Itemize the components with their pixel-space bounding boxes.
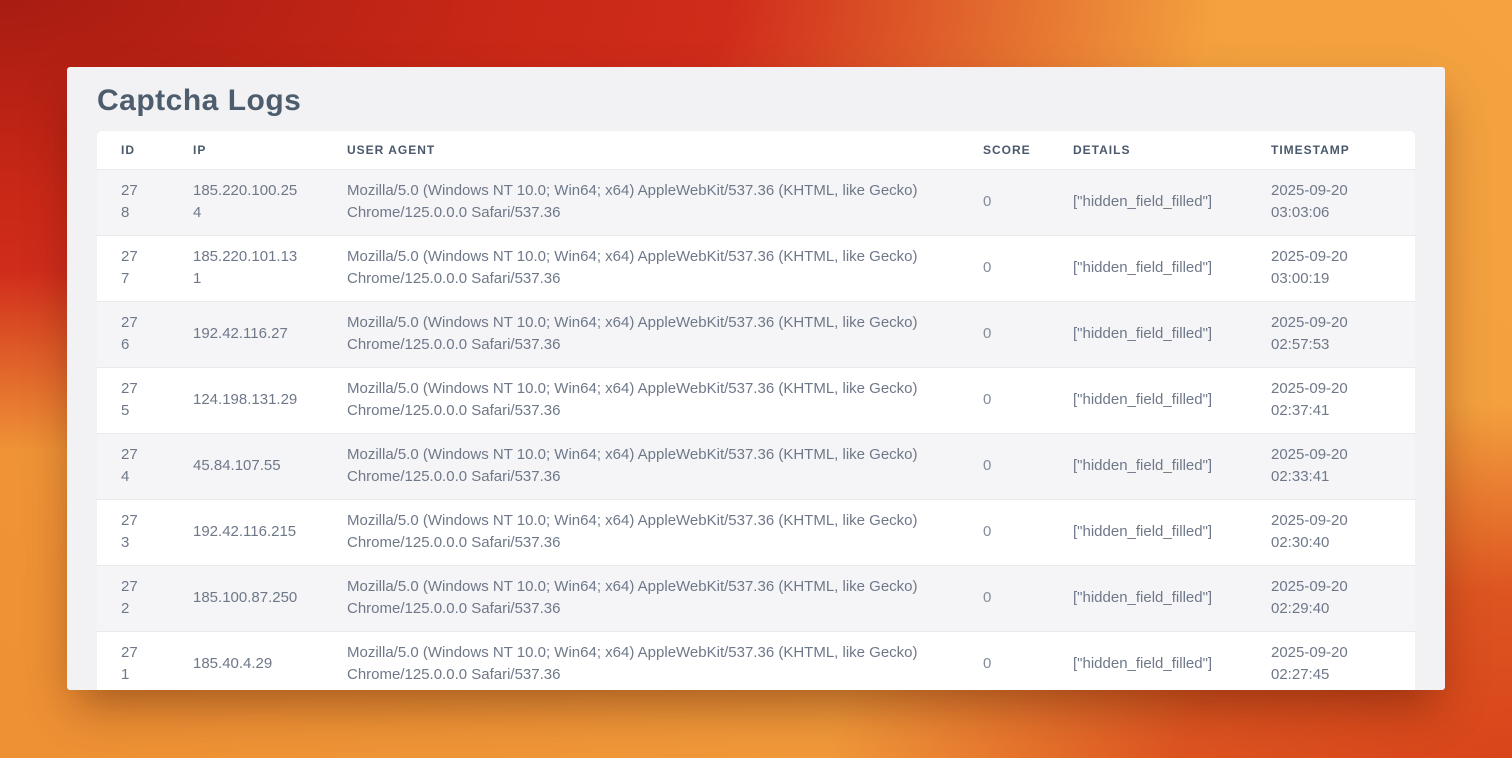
cell-id: 275 (97, 368, 169, 434)
cell-ip: 192.42.116.27 (169, 302, 323, 368)
cell-timestamp: 2025-09-20 02:29:40 (1247, 566, 1415, 632)
cell-id: 277 (97, 236, 169, 302)
table-row: 275 124.198.131.29 Mozilla/5.0 (Windows … (97, 368, 1415, 434)
cell-id: 276 (97, 302, 169, 368)
table-row: 276 192.42.116.27 Mozilla/5.0 (Windows N… (97, 302, 1415, 368)
cell-details: ["hidden_field_filled"] (1049, 302, 1247, 368)
cell-details: ["hidden_field_filled"] (1049, 236, 1247, 302)
cell-details: ["hidden_field_filled"] (1049, 368, 1247, 434)
cell-timestamp: 2025-09-20 03:00:19 (1247, 236, 1415, 302)
cell-user-agent: Mozilla/5.0 (Windows NT 10.0; Win64; x64… (323, 368, 959, 434)
cell-details: ["hidden_field_filled"] (1049, 566, 1247, 632)
cell-user-agent: Mozilla/5.0 (Windows NT 10.0; Win64; x64… (323, 632, 959, 691)
cell-score: 0 (959, 434, 1049, 500)
cell-id: 273 (97, 500, 169, 566)
table-row: 277 185.220.101.131 Mozilla/5.0 (Windows… (97, 236, 1415, 302)
cell-score: 0 (959, 632, 1049, 691)
cell-id: 278 (97, 170, 169, 236)
table-row: 271 185.40.4.29 Mozilla/5.0 (Windows NT … (97, 632, 1415, 691)
table-header-row: ID IP USER AGENT SCORE DETAILS TIMESTAMP (97, 131, 1415, 170)
column-header-user-agent: USER AGENT (323, 131, 959, 170)
cell-ip: 185.220.101.131 (169, 236, 323, 302)
cell-timestamp: 2025-09-20 02:30:40 (1247, 500, 1415, 566)
cell-score: 0 (959, 236, 1049, 302)
cell-timestamp: 2025-09-20 02:37:41 (1247, 368, 1415, 434)
cell-timestamp: 2025-09-20 02:57:53 (1247, 302, 1415, 368)
cell-timestamp: 2025-09-20 03:03:06 (1247, 170, 1415, 236)
cell-ip: 192.42.116.215 (169, 500, 323, 566)
cell-timestamp: 2025-09-20 02:27:45 (1247, 632, 1415, 691)
column-header-score: SCORE (959, 131, 1049, 170)
cell-details: ["hidden_field_filled"] (1049, 170, 1247, 236)
captcha-logs-panel: Captcha Logs ID IP USER AGENT SCORE DETA… (67, 67, 1445, 690)
cell-ip: 185.220.100.254 (169, 170, 323, 236)
cell-score: 0 (959, 368, 1049, 434)
table-body: 278 185.220.100.254 Mozilla/5.0 (Windows… (97, 170, 1415, 691)
cell-id: 272 (97, 566, 169, 632)
cell-ip: 185.40.4.29 (169, 632, 323, 691)
cell-id: 274 (97, 434, 169, 500)
column-header-timestamp: TIMESTAMP (1247, 131, 1415, 170)
cell-score: 0 (959, 566, 1049, 632)
cell-ip: 124.198.131.29 (169, 368, 323, 434)
table-row: 273 192.42.116.215 Mozilla/5.0 (Windows … (97, 500, 1415, 566)
cell-ip: 185.100.87.250 (169, 566, 323, 632)
cell-score: 0 (959, 170, 1049, 236)
app-background: { "page": { "title": "Captcha Logs" }, "… (0, 0, 1512, 758)
cell-user-agent: Mozilla/5.0 (Windows NT 10.0; Win64; x64… (323, 434, 959, 500)
captcha-logs-table: ID IP USER AGENT SCORE DETAILS TIMESTAMP… (97, 131, 1415, 690)
cell-user-agent: Mozilla/5.0 (Windows NT 10.0; Win64; x64… (323, 500, 959, 566)
table-row: 274 45.84.107.55 Mozilla/5.0 (Windows NT… (97, 434, 1415, 500)
logs-table-card: ID IP USER AGENT SCORE DETAILS TIMESTAMP… (97, 131, 1415, 690)
cell-user-agent: Mozilla/5.0 (Windows NT 10.0; Win64; x64… (323, 302, 959, 368)
table-row: 272 185.100.87.250 Mozilla/5.0 (Windows … (97, 566, 1415, 632)
cell-id: 271 (97, 632, 169, 691)
cell-score: 0 (959, 500, 1049, 566)
cell-user-agent: Mozilla/5.0 (Windows NT 10.0; Win64; x64… (323, 566, 959, 632)
cell-user-agent: Mozilla/5.0 (Windows NT 10.0; Win64; x64… (323, 236, 959, 302)
table-row: 278 185.220.100.254 Mozilla/5.0 (Windows… (97, 170, 1415, 236)
column-header-ip: IP (169, 131, 323, 170)
cell-user-agent: Mozilla/5.0 (Windows NT 10.0; Win64; x64… (323, 170, 959, 236)
column-header-id: ID (97, 131, 169, 170)
column-header-details: DETAILS (1049, 131, 1247, 170)
cell-timestamp: 2025-09-20 02:33:41 (1247, 434, 1415, 500)
cell-score: 0 (959, 302, 1049, 368)
cell-details: ["hidden_field_filled"] (1049, 500, 1247, 566)
cell-details: ["hidden_field_filled"] (1049, 632, 1247, 691)
cell-details: ["hidden_field_filled"] (1049, 434, 1247, 500)
cell-ip: 45.84.107.55 (169, 434, 323, 500)
page-title: Captcha Logs (97, 83, 1415, 119)
